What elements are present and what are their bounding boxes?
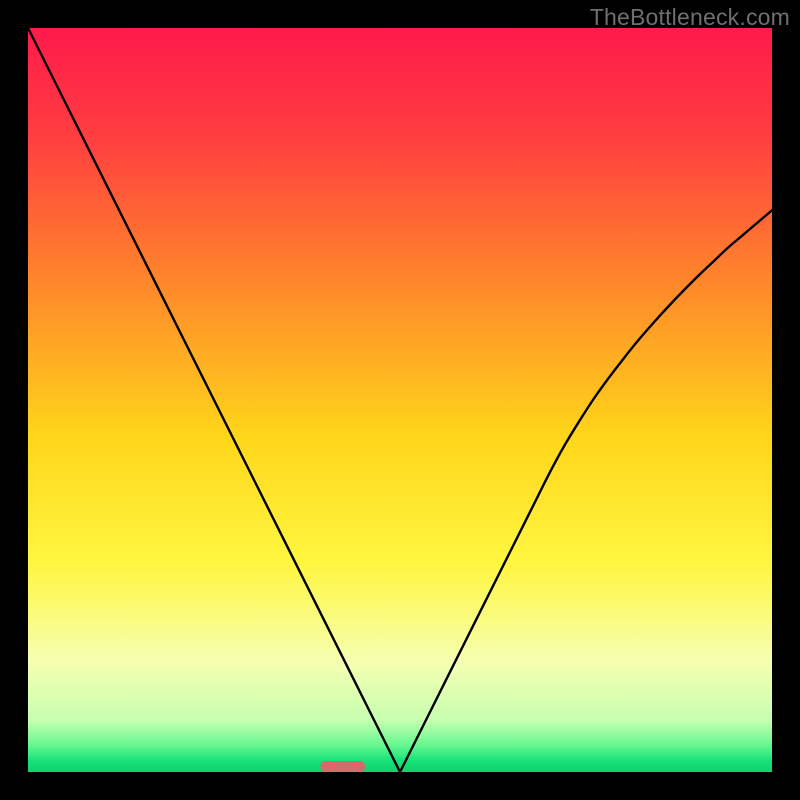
bottleneck-chart [28,28,772,772]
gradient-background [28,28,772,772]
chart-frame: TheBottleneck.com [0,0,800,800]
plot-area [28,28,772,772]
watermark-text: TheBottleneck.com [590,4,790,31]
bottleneck-marker [320,761,365,772]
